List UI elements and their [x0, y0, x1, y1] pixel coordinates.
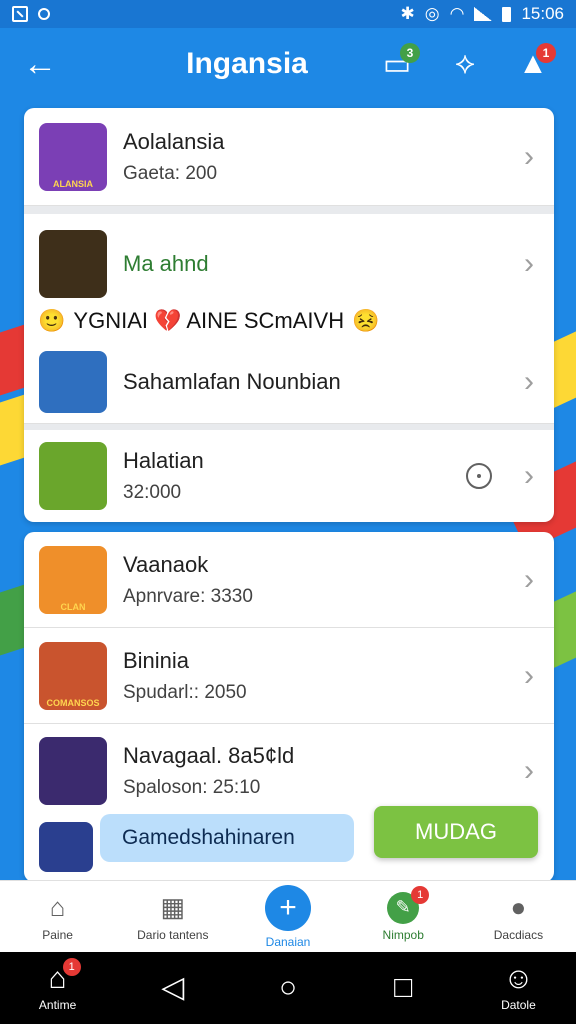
promo-banner: 🙂 YGNIAI 💔 AINE SCmAIVH 😣: [24, 304, 554, 338]
sys-home[interactable]: ⌂ 1 Antime: [0, 952, 115, 1024]
nav-label: Paine: [42, 927, 73, 942]
back-arrow-icon: ←: [23, 44, 57, 83]
game-list-card-1: ALANSIA Aolalansia Gaeta: 200 › Ma ahnd …: [24, 108, 554, 522]
game-thumbnail: [39, 737, 107, 805]
sys-account[interactable]: ☺ Datole: [461, 952, 576, 1024]
item-subtitle: Apnrvare: 3330: [123, 585, 253, 607]
sys-label: Antime: [38, 998, 77, 1012]
game-thumbnail: COMANSOS: [39, 641, 107, 710]
profile-icon: ●: [510, 892, 527, 922]
item-title: Vaanaok: [123, 551, 209, 577]
bluetooth-icon: ✱: [400, 4, 415, 23]
notification-square-icon: [12, 6, 28, 22]
nav-label: Dario tantens: [137, 927, 209, 942]
chevron-right-icon: ›: [524, 562, 534, 596]
game-thumbnail: CLAN: [39, 545, 107, 614]
list-item[interactable]: Ma ahnd ›: [24, 214, 554, 314]
dashboard-icon: ▦: [160, 892, 186, 922]
notification-badge: 1: [536, 43, 556, 63]
list-item[interactable]: Halatian 32:000 ›: [24, 430, 554, 522]
smile-emoji-icon: 🙂: [38, 308, 66, 333]
item-title: Navagaal. 8a5¢ld: [123, 743, 295, 768]
item-subtitle: 32:000: [123, 482, 182, 503]
nav-add[interactable]: + Danaian: [230, 881, 345, 952]
chat-badge: 3: [400, 43, 420, 63]
list-item[interactable]: COMANSOS Bininia Spudarl:: 2050 ›: [24, 628, 554, 724]
nav-label: Dacdiacs: [493, 927, 544, 942]
list-item[interactable]: CLAN Vaanaok Apnrvare: 3330 ›: [24, 532, 554, 628]
game-thumbnail: [39, 350, 107, 413]
item-subtitle: Spaloson: 25:10: [123, 777, 261, 798]
add-icon: +: [265, 884, 311, 931]
nav-dashboard[interactable]: ▦ Dario tantens: [115, 881, 230, 952]
item-title: Ma ahnd: [123, 251, 209, 276]
item-subtitle: Gaeta: 200: [123, 162, 218, 184]
bottom-navigation: ⌂ Paine ▦ Dario tantens + Danaian ✎ 1 Ni…: [0, 880, 576, 952]
page-title: Ingansia: [186, 47, 308, 80]
chat-button[interactable]: ▭ 3: [374, 41, 420, 87]
sys-badge: 1: [62, 958, 81, 976]
item-subtitle: Spudarl:: 2050: [123, 681, 247, 703]
list-item[interactable]: ALANSIA Aolalansia Gaeta: 200 ›: [24, 108, 554, 206]
chevron-right-icon: ›: [524, 247, 534, 280]
game-thumbnail: ALANSIA: [39, 122, 107, 191]
game-thumbnail[interactable]: [39, 822, 93, 872]
app-bar: ← Ingansia ▭ 3 ⟡ ▲ 1: [0, 28, 576, 100]
home-circle-icon: ○: [278, 971, 298, 1004]
item-title: Aolalansia: [123, 128, 225, 154]
chevron-right-icon: ›: [524, 754, 534, 787]
status-time: 15:06: [521, 4, 564, 23]
recent-apps-icon: □: [394, 971, 413, 1004]
account-icon: ☺: [503, 962, 534, 995]
promo-text: YGNIAI 💔 AINE SCmAIVH: [73, 308, 345, 333]
chevron-right-icon: ›: [524, 459, 534, 492]
share-button[interactable]: ⟡: [442, 41, 488, 87]
item-title: Halatian: [123, 448, 204, 473]
chevron-right-icon: ›: [524, 364, 534, 398]
location-pin-icon[interactable]: [466, 463, 492, 489]
sync-ring-icon: [38, 8, 50, 20]
list-item[interactable]: Sahamlafan Nounbian ›: [24, 340, 554, 424]
back-button[interactable]: ←: [0, 28, 80, 100]
notification-button[interactable]: ▲ 1: [510, 41, 556, 87]
status-bar: ✱ ◎ ◠ 15:06: [0, 0, 576, 28]
home-icon: ⌂: [49, 892, 66, 922]
chevron-right-icon: ›: [524, 658, 534, 692]
home-icon: ⌂ 1: [49, 958, 81, 994]
wifi-icon: ◠: [449, 4, 465, 23]
nav-profile[interactable]: ● Dacdiacs: [461, 881, 576, 952]
chevron-right-icon: ›: [524, 139, 534, 173]
item-title: Bininia: [123, 647, 190, 673]
share-icon: ⟡: [455, 47, 475, 80]
nav-map[interactable]: ✎ 1 Nimpob: [346, 881, 461, 952]
game-thumbnail: [39, 230, 107, 298]
list-item[interactable]: Navagaal. 8a5¢ld Spaloson: 25:10 ›: [24, 724, 554, 818]
nav-badge: 1: [411, 885, 430, 904]
cta-button[interactable]: MUDAG: [374, 806, 538, 858]
sys-back[interactable]: ◁: [115, 952, 230, 1024]
sys-recent[interactable]: □: [346, 952, 461, 1024]
game-search-field[interactable]: Gamedshahinaren: [100, 814, 354, 862]
battery-icon: [502, 6, 512, 22]
system-navigation: ⌂ 1 Antime ◁ ○ □ ☺ Datole: [0, 952, 576, 1024]
game-thumbnail: [39, 442, 107, 510]
divider: [24, 206, 554, 214]
nav-label: Danaian: [265, 934, 311, 949]
alarm-icon: ◎: [424, 4, 440, 23]
frown-emoji-icon: 😣: [352, 308, 380, 333]
nav-label: Nimpob: [382, 927, 424, 942]
sys-label: Datole: [501, 998, 536, 1012]
signal-icon: [474, 7, 493, 21]
nav-home[interactable]: ⌂ Paine: [0, 881, 115, 952]
sys-circle[interactable]: ○: [230, 952, 345, 1024]
back-triangle-icon: ◁: [161, 971, 185, 1004]
item-title: Sahamlafan Nounbian: [123, 368, 341, 394]
